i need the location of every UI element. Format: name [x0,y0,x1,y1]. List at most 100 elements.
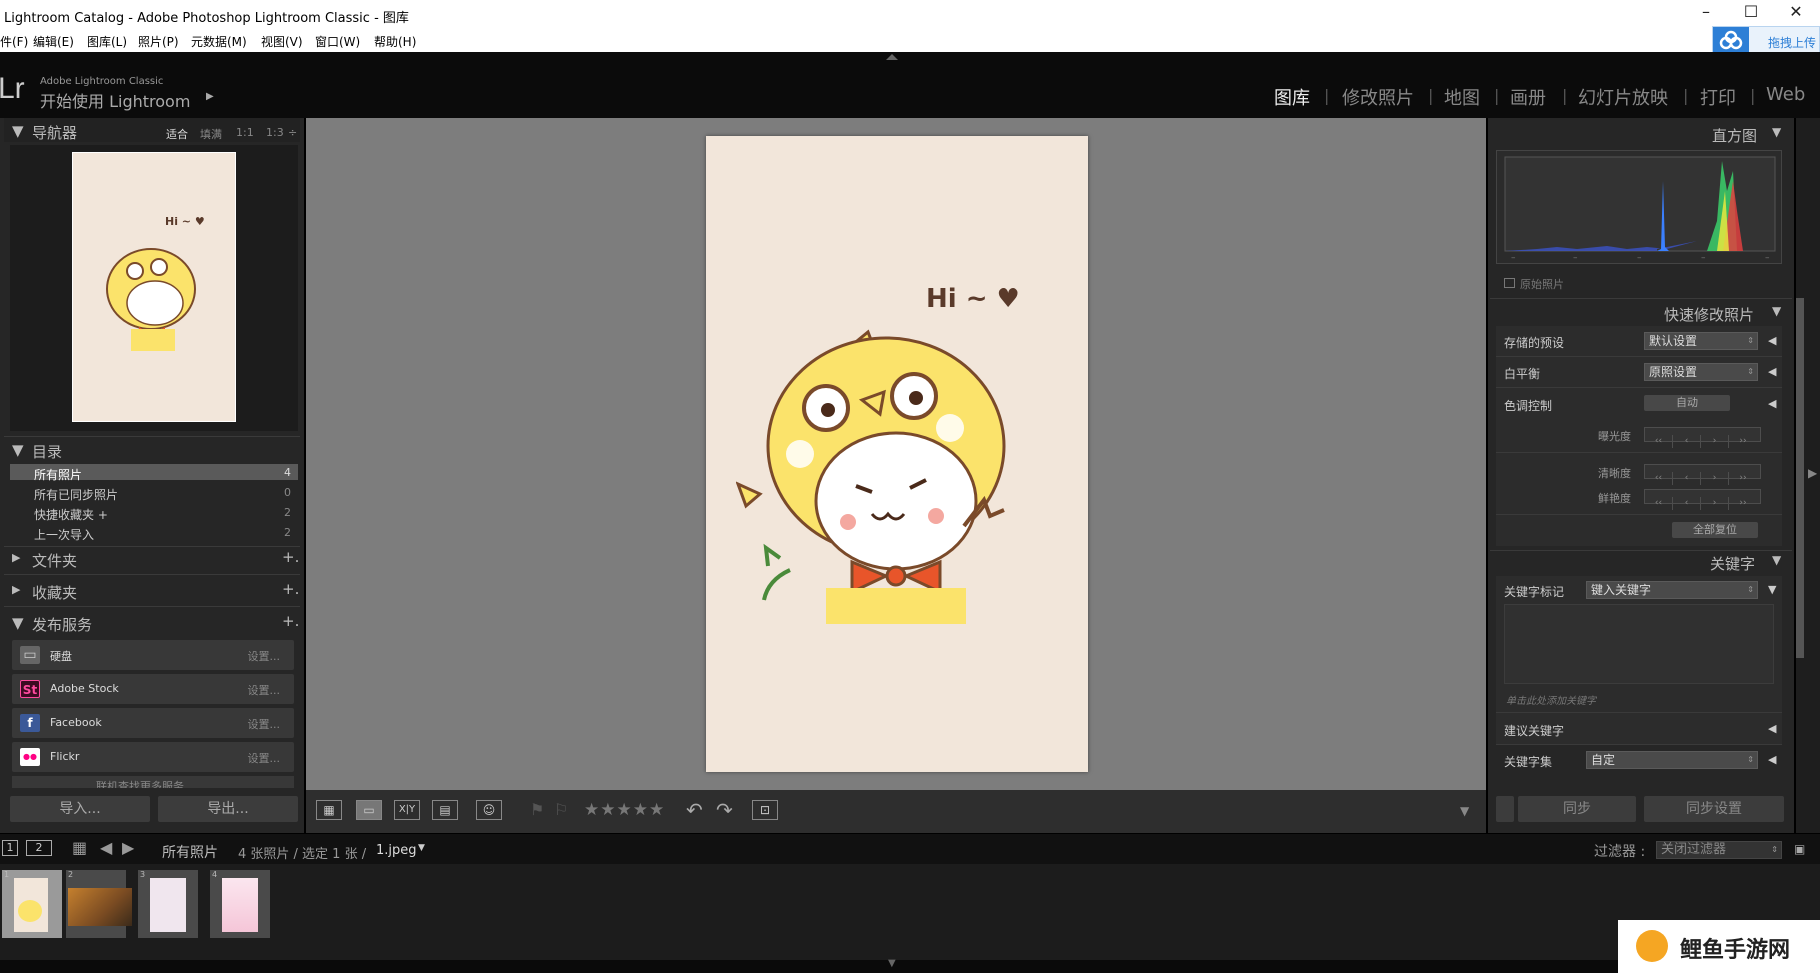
loupe-view-icon[interactable]: ▭ [356,800,382,820]
expand-left-icon[interactable]: ◀ [1768,334,1776,347]
zoom-1-3[interactable]: 1:3 [266,126,284,139]
right-panel-toggle-icon[interactable]: ▶ [1808,466,1817,480]
survey-view-icon[interactable]: ▤ [432,800,458,820]
step-up-large-icon[interactable]: ›› [1729,497,1757,510]
publish-service-flickr[interactable]: ●● Flickr 设置... [12,742,294,772]
right-scrollbar-thumb[interactable] [1796,298,1804,658]
step-down-icon[interactable]: ‹ [1673,497,1701,510]
close-button[interactable]: ✕ [1776,2,1816,21]
exposure-stepper[interactable]: ‹‹ ‹ › ›› [1644,427,1761,448]
module-book[interactable]: 画册 [1510,84,1546,110]
service-setup-link[interactable]: 设置... [248,682,281,698]
folders-add-icon[interactable]: +. [282,548,299,566]
top-panel-toggle-icon[interactable] [886,54,898,60]
step-down-large-icon[interactable]: ‹‹ [1645,435,1673,448]
service-setup-link[interactable]: 设置... [248,716,281,732]
maximize-button[interactable]: ☐ [1731,2,1771,21]
zoom-fit[interactable]: 适合 [166,126,188,142]
zoom-spinner-icon[interactable]: ÷ [288,126,297,139]
compare-view-icon[interactable]: X|Y [394,800,420,820]
toolbar-menu-icon[interactable]: ▼ [1460,804,1469,818]
screen-2-button[interactable]: 2 [26,840,52,856]
zoom-1-1[interactable]: 1:1 [236,126,254,139]
back-arrow-icon[interactable]: ◀ [100,838,112,857]
keyword-entry-area[interactable] [1504,604,1774,684]
publish-service-facebook[interactable]: f Facebook 设置... [12,708,294,738]
right-scrollbar-track[interactable]: ▶ [1796,118,1820,833]
find-more-services[interactable]: 联机查找更多服务... [12,776,294,788]
step-down-icon[interactable]: ‹ [1673,472,1701,485]
filter-lock-icon[interactable]: ▣ [1794,842,1805,856]
step-down-large-icon[interactable]: ‹‹ [1645,472,1673,485]
expand-left-icon[interactable]: ◀ [1768,365,1776,378]
filter-dropdown[interactable]: 关闭过滤器 ⇕ [1656,841,1782,859]
menu-help[interactable]: 帮助(H) [374,33,416,50]
zoom-fill[interactable]: 填满 [200,126,222,142]
flag-icon[interactable]: ⚑ [530,800,544,819]
menu-photo[interactable]: 照片(P) [138,33,179,50]
expand-triangle-icon[interactable]: ▶ [12,551,20,564]
step-up-icon[interactable]: › [1701,435,1729,448]
auto-tone-button[interactable]: 自动 [1644,395,1730,411]
filmstrip-thumbnail[interactable]: 4 [210,870,270,938]
people-view-icon[interactable]: ☺ [476,800,502,820]
menu-file[interactable]: 件(F) [0,33,28,50]
star-rating[interactable]: ★★★★★ [584,800,665,820]
folders-title[interactable]: 文件夹 [32,550,77,571]
white-balance-dropdown[interactable]: 原照设置 ⇕ [1644,363,1758,381]
keyword-tags-dropdown[interactable]: 键入关键字 ⇕ [1586,581,1758,599]
crop-overlay-icon[interactable]: ⊡ [752,800,778,820]
step-down-icon[interactable]: ‹ [1673,435,1701,448]
original-photo-checkbox[interactable] [1504,278,1515,288]
service-setup-link[interactable]: 设置... [248,648,281,664]
filmstrip-thumbnail[interactable]: 3 [138,870,198,938]
collections-add-icon[interactable]: +. [282,580,299,598]
collapse-triangle-icon[interactable]: ▼ [1772,304,1781,318]
collapse-triangle-icon[interactable]: ▼ [12,614,24,632]
step-down-large-icon[interactable]: ‹‹ [1645,497,1673,510]
navigator-thumbnail[interactable]: Hi ~ ♥ [72,152,236,422]
tagline-arrow-icon[interactable]: ▶ [206,91,214,102]
reject-flag-icon[interactable]: ⚐ [554,800,568,819]
keyword-set-dropdown[interactable]: 自定 ⇕ [1586,751,1758,769]
menu-metadata[interactable]: 元数据(M) [191,33,247,50]
menu-library[interactable]: 图库(L) [87,33,127,50]
expand-left-icon[interactable]: ◀ [1768,722,1776,735]
filmstrip-filename[interactable]: 1.jpeg [376,843,417,858]
module-slideshow[interactable]: 幻灯片放映 [1578,84,1668,110]
module-library[interactable]: 图库 [1274,84,1310,110]
step-up-icon[interactable]: › [1701,497,1729,510]
expand-triangle-icon[interactable]: ▶ [12,583,20,596]
grid-icon[interactable]: ▦ [72,838,87,857]
collapse-triangle-icon[interactable]: ▼ [1772,125,1781,139]
rotate-left-icon[interactable]: ↶ [686,798,703,822]
collapse-triangle-icon[interactable]: ▼ [1768,583,1776,596]
sync-toggle[interactable] [1496,796,1514,822]
module-map[interactable]: 地图 [1444,84,1480,110]
filmstrip-thumbnail[interactable]: 1 [2,870,62,938]
catalog-item-label[interactable]: 上一次导入 [34,526,94,543]
collapse-triangle-icon[interactable]: ▼ [12,441,24,459]
histogram-box[interactable]: – – – – – [1496,150,1782,264]
publish-add-icon[interactable]: +. [282,612,299,630]
main-photo[interactable]: Hi ~ ♥ [706,136,1088,772]
sync-button[interactable]: 同步 [1518,796,1636,822]
vibrance-stepper[interactable]: ‹‹ ‹ › ›› [1644,489,1761,510]
catalog-item-label[interactable]: 快捷收藏夹 + [34,506,108,523]
export-button[interactable]: 导出... [158,796,298,822]
collapse-triangle-icon[interactable]: ▼ [1772,553,1781,567]
filmstrip-source[interactable]: 所有照片 [162,842,218,862]
catalog-item-label[interactable]: 所有已同步照片 [34,486,118,503]
expand-left-icon[interactable]: ◀ [1768,397,1776,410]
rotate-right-icon[interactable]: ↷ [716,798,733,822]
publish-service-hard-drive[interactable]: ▭ 硬盘 设置... [12,640,294,670]
menu-window[interactable]: 窗口(W) [315,33,360,50]
filename-dropdown-icon[interactable]: ▼ [418,843,425,853]
step-up-icon[interactable]: › [1701,472,1729,485]
module-develop[interactable]: 修改照片 [1342,84,1414,110]
grid-view-icon[interactable]: ▦ [316,800,342,820]
sync-settings-button[interactable]: 同步设置 [1644,796,1784,822]
menu-edit[interactable]: 编辑(E) [33,33,74,50]
clarity-stepper[interactable]: ‹‹ ‹ › ›› [1644,464,1761,485]
service-setup-link[interactable]: 设置... [248,750,281,766]
